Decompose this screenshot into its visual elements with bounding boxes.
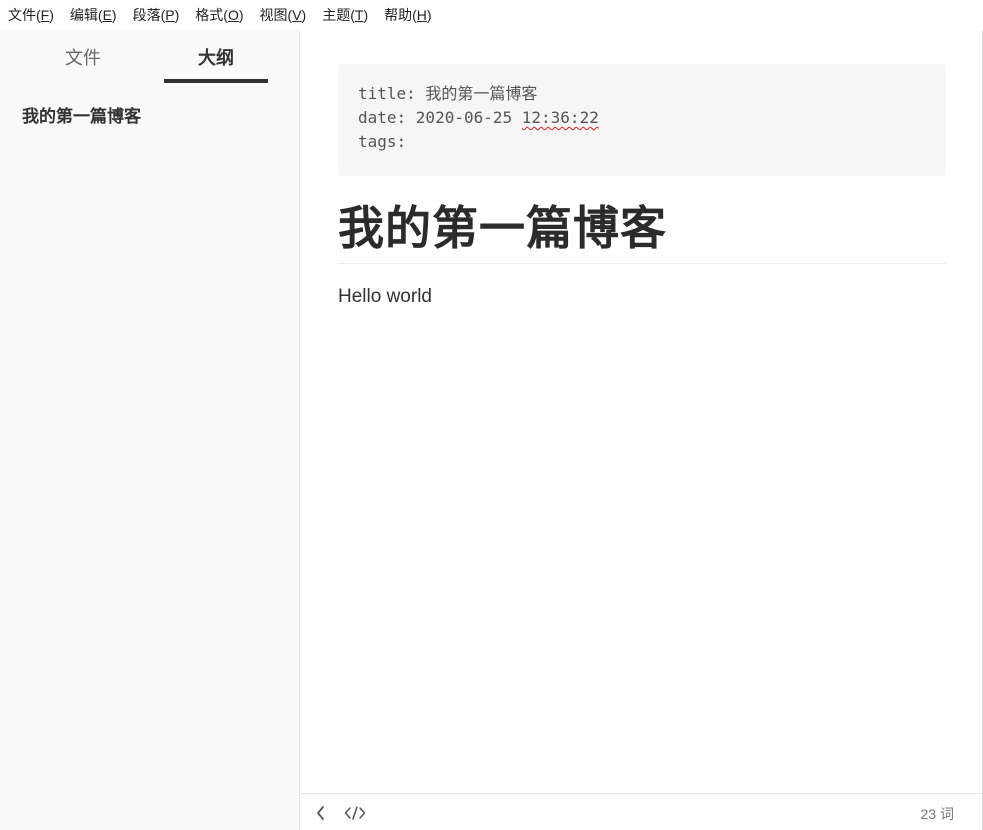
menu-bar: 文件(F) 编辑(E) 段落(P) 格式(O) 视图(V) 主题(T) 帮助(H… [0,0,983,30]
heading-divider [338,263,946,264]
sidebar: 文件 大纲 我的第一篇博客 [0,30,300,830]
menu-theme[interactable]: 主题(T) [314,0,376,30]
chevron-left-icon[interactable] [310,802,332,824]
sidebar-tabs: 文件 大纲 [0,30,299,83]
menu-paragraph[interactable]: 段落(P) [125,0,188,30]
front-matter-tags: tags: [358,132,407,151]
document-paragraph[interactable]: Hello world [338,286,432,308]
menu-help[interactable]: 帮助(H) [376,0,439,30]
word-count[interactable]: 23 词 [921,804,954,824]
menu-file[interactable]: 文件(F) [0,0,62,30]
document-heading[interactable]: 我的第一篇博客 [338,192,667,258]
menu-format[interactable]: 格式(O) [187,0,251,30]
editor-content[interactable]: title: 我的第一篇博客 date: 2020-06-25 12:36:22… [300,30,982,793]
status-bar: 23 词 [300,793,982,830]
code-icon[interactable] [344,802,366,824]
front-matter-date: date: 2020-06-25 12:36:22 [358,108,599,127]
front-matter-title: title: 我的第一篇博客 [358,84,538,103]
menu-view[interactable]: 视图(V) [252,0,315,30]
tab-outline[interactable]: 大纲 [164,30,268,83]
tab-files[interactable]: 文件 [31,30,135,82]
front-matter-block[interactable]: title: 我的第一篇博客 date: 2020-06-25 12:36:22… [338,64,946,176]
spellcheck-flagged-time: 12:36:22 [521,108,599,127]
menu-edit[interactable]: 编辑(E) [62,0,125,30]
outline-item-heading[interactable]: 我的第一篇博客 [22,102,141,127]
